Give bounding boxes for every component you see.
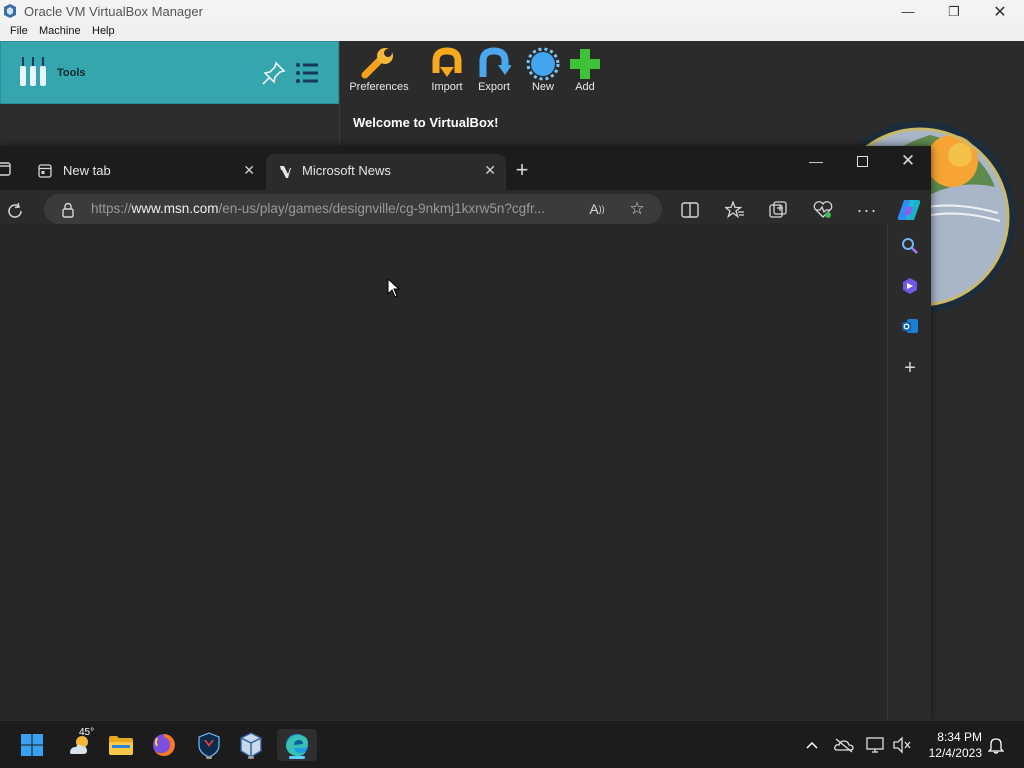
copilot-sidebar-icon[interactable] (898, 274, 922, 298)
maximize-icon (856, 155, 868, 167)
import-label: Import (431, 81, 463, 93)
new-button[interactable]: New (526, 47, 560, 93)
edge-minimize-button[interactable]: — (794, 146, 838, 176)
tools-icon (20, 57, 46, 86)
preferences-icon (361, 48, 393, 79)
url-text[interactable]: https://www.msn.com/en-us/play/games/des… (91, 201, 545, 216)
active-indicator (289, 756, 305, 759)
export-label: Export (478, 81, 510, 93)
add-sidebar-app-icon[interactable]: + (898, 356, 922, 380)
edge-close-button[interactable]: ✕ (886, 146, 930, 176)
tab-new-tab[interactable]: New tab ✕ (27, 154, 265, 190)
vbox-maximize-button[interactable]: ❐ (931, 0, 977, 23)
close-tab-icon[interactable]: ✕ (243, 162, 255, 179)
weather-widget[interactable]: 45° (62, 727, 98, 761)
show-hidden-icons-icon[interactable] (800, 729, 824, 761)
vbox-minimize-button[interactable]: — (885, 0, 931, 23)
more-options-icon[interactable]: ··· (854, 198, 880, 222)
clock[interactable]: 8:34 PM 12/4/2023 (922, 729, 982, 761)
address-bar[interactable]: https://www.msn.com/en-us/play/games/des… (44, 194, 662, 224)
add-label: Add (575, 81, 595, 93)
tools-item[interactable]: Tools (0, 41, 339, 104)
taskbar: 45° 8:34 PM 12/4/2023 (0, 720, 1024, 768)
clock-time: 8:34 PM (937, 730, 982, 744)
add-button[interactable]: Add (568, 47, 602, 93)
new-tab-icon (38, 164, 52, 178)
tab-microsoft-news[interactable]: Microsoft News ✕ (266, 154, 506, 190)
network-icon[interactable] (864, 729, 888, 761)
firefox-button[interactable] (148, 729, 180, 761)
menu-file[interactable]: File (10, 25, 28, 37)
tab-new-tab-label: New tab (63, 163, 111, 178)
edge-window: New tab ✕ Microsoft News ✕ + — ✕ https:/… (0, 146, 931, 720)
preferences-button[interactable]: Preferences (348, 47, 410, 93)
running-indicator (248, 756, 254, 759)
read-aloud-icon[interactable]: A)) (584, 198, 610, 220)
menu-list-icon[interactable] (295, 62, 319, 84)
tab-actions-icon[interactable] (0, 162, 12, 176)
new-tab-plus-icon[interactable]: + (510, 157, 534, 182)
onedrive-offline-icon[interactable] (832, 729, 856, 761)
refresh-icon (8, 202, 22, 218)
refresh-button[interactable] (2, 198, 28, 224)
virtualbox-logo-icon (4, 4, 16, 18)
shield-app-icon (198, 732, 220, 758)
vbox-menubar: File Machine Help (0, 23, 1024, 41)
edge-icon (286, 734, 308, 757)
close-tab-icon[interactable]: ✕ (484, 162, 496, 179)
edge-tabbar: New tab ✕ Microsoft News ✕ + — ✕ (0, 146, 931, 190)
browser-essentials-icon[interactable] (811, 198, 835, 222)
menu-help[interactable]: Help (92, 25, 115, 37)
add-icon (570, 49, 600, 79)
running-indicator (206, 756, 212, 759)
preferences-label: Preferences (349, 81, 409, 93)
export-icon (479, 47, 511, 77)
favorite-star-icon[interactable]: ☆ (624, 198, 650, 220)
virtualbox-taskbar-button[interactable] (235, 729, 267, 761)
windows-logo-icon (21, 734, 43, 756)
vbox-titlebar: Oracle VM VirtualBox Manager — ❐ ✕ (0, 0, 1024, 23)
virtualbox-icon (240, 732, 262, 758)
page-content[interactable] (0, 224, 887, 720)
favorites-icon[interactable] (723, 198, 747, 222)
edge-maximize-button[interactable] (840, 146, 884, 176)
weather-temp: 45° (79, 727, 95, 738)
volume-muted-icon[interactable] (890, 729, 914, 761)
vbox-title: Oracle VM VirtualBox Manager (24, 4, 203, 19)
tools-label: Tools (57, 67, 86, 79)
msn-icon (280, 166, 291, 178)
collections-icon[interactable] (767, 198, 791, 222)
folder-icon (109, 736, 133, 755)
file-explorer-button[interactable] (105, 729, 137, 761)
search-icon[interactable] (898, 234, 922, 258)
lock-icon[interactable] (61, 202, 75, 218)
notifications-icon[interactable] (984, 729, 1008, 761)
new-icon (526, 47, 560, 81)
new-label: New (531, 81, 554, 93)
mouse-cursor-icon (387, 278, 401, 298)
split-screen-icon[interactable] (678, 198, 702, 222)
security-app-button[interactable] (193, 729, 225, 761)
tab-microsoft-news-label: Microsoft News (302, 163, 391, 178)
pin-icon[interactable] (261, 60, 287, 86)
start-button[interactable] (16, 729, 48, 761)
import-button[interactable]: Import (428, 47, 466, 93)
edge-taskbar-button[interactable] (277, 729, 317, 761)
import-icon (432, 47, 462, 77)
outlook-icon[interactable] (898, 314, 922, 338)
vbox-close-button[interactable]: ✕ (977, 0, 1023, 23)
menu-machine[interactable]: Machine (39, 25, 81, 37)
clock-date: 12/4/2023 (928, 746, 982, 760)
welcome-heading: Welcome to VirtualBox! (353, 115, 499, 130)
edge-sidebar: + (887, 224, 931, 720)
copilot-icon[interactable] (895, 196, 923, 224)
firefox-icon (153, 734, 175, 756)
export-button[interactable]: Export (475, 47, 513, 93)
